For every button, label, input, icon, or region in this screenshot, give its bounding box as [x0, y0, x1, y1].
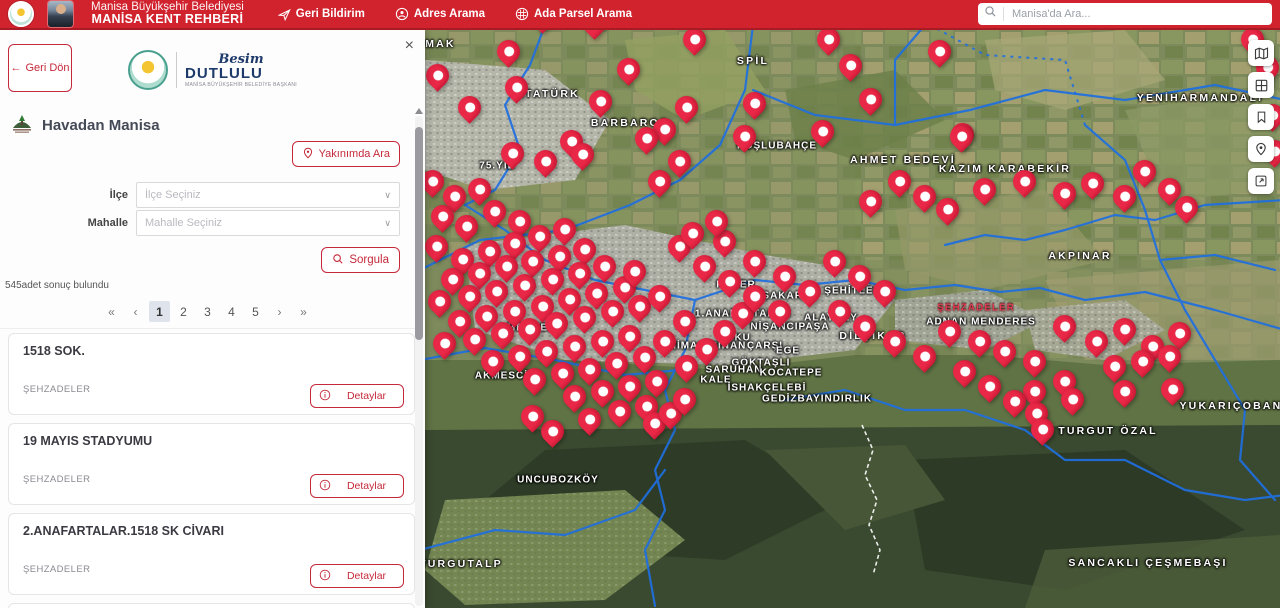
- map-label: SPİL: [737, 55, 769, 67]
- map-label: KOCATEPE: [760, 368, 823, 379]
- app-brand: Manisa Büyükşehir Belediyesi MANİSA KENT…: [91, 1, 244, 27]
- page-next[interactable]: ›: [269, 301, 290, 322]
- location-pin-icon[interactable]: [1248, 136, 1274, 162]
- app-title: MANİSA KENT REHBERİ: [91, 13, 244, 27]
- grid-icon[interactable]: [1248, 72, 1274, 98]
- scrollbar-thumb[interactable]: [415, 127, 423, 340]
- mayor-photo: [48, 1, 73, 27]
- page-title: Havadan Manisa: [42, 117, 160, 134]
- map-label: NİŞANCIPAŞA: [750, 322, 829, 333]
- manisa-city-guide-app: Manisa Büyükşehir Belediyesi MANİSA KENT…: [0, 0, 1280, 608]
- page-2[interactable]: 2: [173, 301, 194, 322]
- result-title: 1518 SOK.: [23, 344, 85, 358]
- page-first[interactable]: «: [101, 301, 122, 322]
- page-prev[interactable]: ‹: [125, 301, 146, 322]
- bookmark-icon[interactable]: [1248, 104, 1274, 130]
- location-pin-icon: [302, 147, 314, 162]
- near-me-button[interactable]: Yakınımda Ara: [292, 141, 400, 167]
- mayor-emblem: [128, 50, 168, 90]
- map-label: ŞEHZADELER: [937, 303, 1015, 314]
- result-card: 1518 SOK. ŞEHZADELER HaritadaGöster Deta…: [8, 333, 415, 415]
- map-label: IRMAK: [425, 38, 456, 50]
- map-label: TURGUT ÖZAL: [1058, 425, 1157, 437]
- mayor-last-name: DUTLULU: [185, 66, 297, 81]
- expand-icon[interactable]: [1248, 168, 1274, 194]
- info-icon: [319, 569, 331, 584]
- page-last[interactable]: »: [293, 301, 314, 322]
- result-list: 1518 SOK. ŞEHZADELER HaritadaGöster Deta…: [8, 333, 415, 608]
- map-canvas[interactable]: IRMAKATATÜRKBARBAROSSPİLYENİHARMANDALIAH…: [425, 30, 1280, 608]
- neighborhood-select[interactable]: Mahalle Seçiniz ∨: [136, 210, 400, 236]
- send-icon: [278, 8, 291, 21]
- global-search: [978, 3, 1272, 25]
- magnifier-icon: [332, 253, 344, 268]
- district-row: İlçe İlçe Seçiniz ∨: [0, 182, 400, 208]
- mayor-caption: MANİSA BÜYÜKŞEHİR BELEDİYE BAŞKANI: [185, 83, 297, 88]
- neighborhood-row: Mahalle Mahalle Seçiniz ∨: [0, 210, 400, 236]
- info-icon: [319, 479, 331, 494]
- result-card: 2.ANAFARTALAR.1518 SK CİVARI ŞEHZADELER …: [8, 513, 415, 595]
- map-label: KAZIM KARABEKİR: [939, 163, 1071, 175]
- scroll-up-icon[interactable]: [415, 108, 423, 114]
- mayor-first-name: Besim: [185, 53, 297, 66]
- neighborhood-label: Mahalle: [0, 217, 136, 229]
- address-search-button[interactable]: Adres Arama: [395, 7, 485, 21]
- parcel-search-button[interactable]: Ada Parsel Arama: [515, 7, 632, 21]
- page-3[interactable]: 3: [197, 301, 218, 322]
- result-title: 2.ANAFARTALAR.1518 SK CİVARI: [23, 524, 224, 538]
- map-label: YENİHARMANDALI: [1137, 92, 1263, 104]
- person-pin-icon: [395, 7, 409, 21]
- details-button[interactable]: Detaylar: [310, 564, 404, 588]
- page-5[interactable]: 5: [245, 301, 266, 322]
- logo-divider: [176, 52, 177, 88]
- map-label: EGE: [776, 346, 800, 357]
- details-button[interactable]: Detaylar: [310, 474, 404, 498]
- map-label: UNCUBOZKÖY: [517, 475, 599, 486]
- chevron-down-icon: ∨: [384, 190, 391, 201]
- feedback-button[interactable]: Geri Bildirim: [278, 8, 365, 21]
- search-divider: [1003, 7, 1004, 21]
- map-label: AKPINAR: [1048, 250, 1111, 262]
- result-subtitle: ŞEHZADELER: [23, 384, 90, 395]
- havadan-manisa-icon: [10, 112, 34, 139]
- result-count: 545adet sonuç bulundu: [5, 280, 109, 291]
- map-label: İSHAKÇELEBİ: [728, 383, 807, 394]
- org-name: Manisa Büyükşehir Belediyesi: [91, 1, 244, 14]
- side-panel: × ← Geri Dön Besim DUTLULU MANİSA BÜYÜKŞ…: [0, 30, 425, 608]
- result-card: 19 MAYIS STADYUMU ŞEHZADELER HaritadaGös…: [8, 423, 415, 505]
- info-icon: [319, 389, 331, 404]
- mayor-logo-block: Besim DUTLULU MANİSA BÜYÜKŞEHİR BELEDİYE…: [0, 50, 425, 90]
- result-title: 19 MAYIS STADYUMU: [23, 434, 152, 448]
- top-nav: Geri Bildirim Adres Arama Ada Parsel Ara…: [278, 7, 632, 21]
- search-icon: [984, 5, 997, 23]
- page-1[interactable]: 1: [149, 301, 170, 322]
- map-label: TURGUTALP: [425, 558, 503, 570]
- result-subtitle: ŞEHZADELER: [23, 474, 90, 485]
- details-button[interactable]: Detaylar: [310, 384, 404, 408]
- page-4[interactable]: 4: [221, 301, 242, 322]
- pagination: « ‹ 1 2 3 4 5 › »: [0, 301, 415, 329]
- municipality-logo: [8, 1, 34, 27]
- parcel-grid-icon: [515, 7, 529, 21]
- panel-scrollbar[interactable]: [415, 116, 423, 606]
- map-label: YUKARIÇOBANİSA: [1179, 400, 1280, 412]
- map-label: GEDİZBAYINDIRLIK: [762, 394, 872, 405]
- folded-map-icon[interactable]: [1248, 40, 1274, 66]
- query-button[interactable]: Sorgula: [321, 247, 400, 273]
- district-label: İlçe: [0, 189, 136, 201]
- result-subtitle: ŞEHZADELER: [23, 564, 90, 575]
- map-label: SANCAKLI ÇEŞMEBAŞI: [1068, 557, 1227, 569]
- district-select[interactable]: İlçe Seçiniz ∨: [136, 182, 400, 208]
- section-title-row: Havadan Manisa: [10, 112, 160, 139]
- map-controls: [1248, 40, 1274, 194]
- top-bar: Manisa Büyükşehir Belediyesi MANİSA KENT…: [0, 0, 1280, 30]
- chevron-down-icon: ∨: [384, 218, 391, 229]
- result-card-partial: [8, 603, 415, 608]
- search-input[interactable]: [1010, 7, 1266, 21]
